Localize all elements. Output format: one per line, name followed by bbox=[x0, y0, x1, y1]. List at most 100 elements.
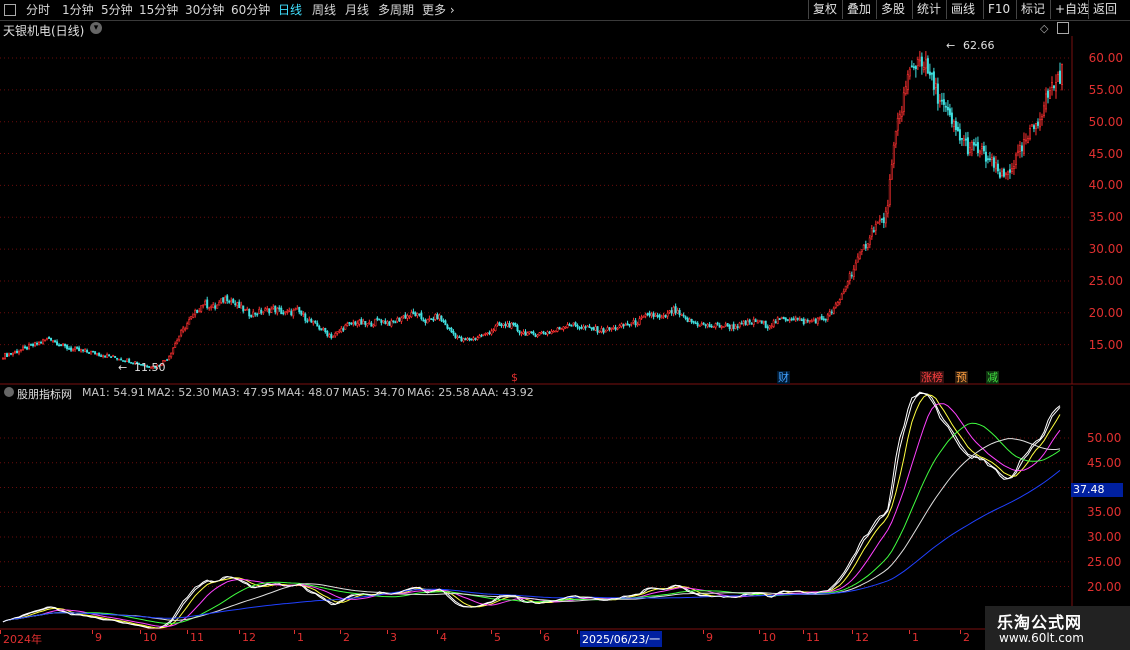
date-tick bbox=[140, 630, 141, 634]
candle-body bbox=[368, 322, 371, 324]
period-tab-more[interactable]: 更多 › bbox=[422, 2, 455, 18]
candle-body bbox=[838, 299, 841, 304]
date-tick bbox=[577, 630, 578, 634]
candle-body bbox=[622, 324, 625, 327]
candle-body bbox=[910, 65, 913, 68]
candle-body bbox=[236, 302, 239, 306]
candle-body bbox=[186, 323, 189, 330]
price-tick-label: 25.00 bbox=[1088, 273, 1123, 288]
date-tick-label: 9 bbox=[706, 631, 713, 644]
candle-body bbox=[76, 347, 79, 349]
candle-body bbox=[1046, 90, 1049, 98]
event-marker-forecast[interactable]: 预 bbox=[955, 371, 968, 384]
candle-body bbox=[188, 319, 191, 325]
period-tab-multi[interactable]: 多周期 bbox=[378, 2, 414, 18]
candle-body bbox=[878, 219, 881, 222]
candle-body bbox=[100, 355, 103, 357]
candle-body bbox=[716, 322, 719, 325]
candle-body bbox=[366, 323, 369, 326]
fuquan-button[interactable]: 复权 bbox=[808, 0, 841, 19]
candle-body bbox=[530, 331, 533, 334]
candle-body bbox=[292, 310, 295, 317]
candle-body bbox=[982, 145, 985, 152]
event-marker-reduce[interactable]: 减 bbox=[986, 371, 999, 384]
candle-body bbox=[1050, 82, 1053, 88]
add-watchlist-button[interactable]: +自选 bbox=[1050, 0, 1093, 19]
candle-body bbox=[210, 306, 213, 308]
diamond-icon[interactable]: ◇ bbox=[1040, 22, 1048, 35]
event-marker-finance[interactable]: 财 bbox=[777, 371, 790, 384]
candle-body bbox=[630, 322, 633, 325]
candle-body bbox=[466, 338, 469, 341]
period-tab-15min[interactable]: 15分钟 bbox=[139, 2, 178, 18]
period-tab-5min[interactable]: 5分钟 bbox=[101, 2, 133, 18]
candle-body bbox=[800, 319, 803, 321]
back-button[interactable]: 返回 bbox=[1088, 0, 1121, 19]
candle-body bbox=[520, 332, 523, 335]
candle-body bbox=[90, 351, 93, 355]
candle-body bbox=[898, 114, 901, 119]
candle-body bbox=[796, 317, 799, 320]
candle-body bbox=[808, 320, 811, 322]
candle-body bbox=[792, 318, 795, 321]
candle-body bbox=[722, 326, 725, 328]
indicator-tick-label: 35.00 bbox=[1087, 505, 1122, 520]
candle-body bbox=[832, 307, 835, 314]
period-tab-fenshi[interactable]: 分时 bbox=[26, 2, 50, 18]
candle-body bbox=[524, 331, 527, 336]
candle-body bbox=[396, 317, 399, 322]
draw-line-button[interactable]: 画线 bbox=[946, 0, 979, 19]
period-tab-daily[interactable]: 日线 bbox=[278, 2, 302, 18]
candle-body bbox=[790, 318, 793, 321]
stats-button[interactable]: 统计 bbox=[912, 0, 945, 19]
candle-body bbox=[670, 310, 673, 314]
f10-button[interactable]: F10 bbox=[983, 0, 1014, 19]
date-tick-label: 12 bbox=[242, 631, 256, 644]
candle-body bbox=[862, 244, 865, 250]
period-tab-30min[interactable]: 30分钟 bbox=[185, 2, 224, 18]
candle-body bbox=[48, 337, 51, 339]
date-axis: 2024年 9 10 11 12 1 2 3 4 5 6 2025/06/23/一 9 10 11 12 1 2 bbox=[0, 630, 1070, 650]
candle-body bbox=[68, 348, 71, 350]
candle-body bbox=[576, 325, 579, 328]
period-tab-weekly[interactable]: 周线 bbox=[312, 2, 336, 18]
candle-body bbox=[438, 314, 441, 320]
candle-body bbox=[92, 350, 95, 353]
candle-body bbox=[568, 323, 571, 326]
candle-body bbox=[680, 314, 683, 316]
candle-body bbox=[736, 326, 739, 329]
candle-body bbox=[812, 319, 815, 322]
candle-body bbox=[702, 322, 705, 325]
candle-body bbox=[818, 316, 821, 319]
candle-body bbox=[672, 307, 675, 314]
candle-body bbox=[240, 304, 243, 309]
chevron-down-icon[interactable]: ▾ bbox=[90, 22, 102, 34]
event-marker-dividend[interactable]: $ bbox=[510, 371, 519, 384]
candle-body bbox=[352, 322, 355, 324]
mark-button[interactable]: 标记 bbox=[1016, 0, 1049, 19]
candle-body bbox=[414, 312, 417, 317]
event-marker-top-gainer[interactable]: 涨榜 bbox=[920, 371, 944, 384]
candle-body bbox=[452, 331, 455, 334]
period-tab-1min[interactable]: 1分钟 bbox=[62, 2, 94, 18]
candle-body bbox=[904, 86, 907, 94]
candle-body bbox=[82, 349, 85, 352]
layout-toggle-icon[interactable] bbox=[1057, 22, 1069, 34]
window-menu-icon[interactable] bbox=[4, 4, 16, 16]
candle-body bbox=[602, 328, 605, 333]
period-tab-60min[interactable]: 60分钟 bbox=[231, 2, 270, 18]
period-tab-monthly[interactable]: 月线 bbox=[345, 2, 369, 18]
candle-body bbox=[180, 330, 183, 336]
candle-body bbox=[274, 305, 277, 313]
candle-body bbox=[894, 130, 897, 145]
candle-body bbox=[666, 312, 669, 317]
price-tick-label: 35.00 bbox=[1088, 210, 1123, 225]
candle-body bbox=[626, 323, 629, 326]
candle-body bbox=[1044, 93, 1047, 110]
date-tick-label: 11 bbox=[190, 631, 204, 644]
candle-body bbox=[1014, 154, 1017, 165]
overlay-button[interactable]: 叠加 bbox=[842, 0, 875, 19]
multi-stock-button[interactable]: 多股 bbox=[876, 0, 909, 19]
candle-body bbox=[260, 309, 263, 314]
date-tick bbox=[340, 630, 341, 634]
